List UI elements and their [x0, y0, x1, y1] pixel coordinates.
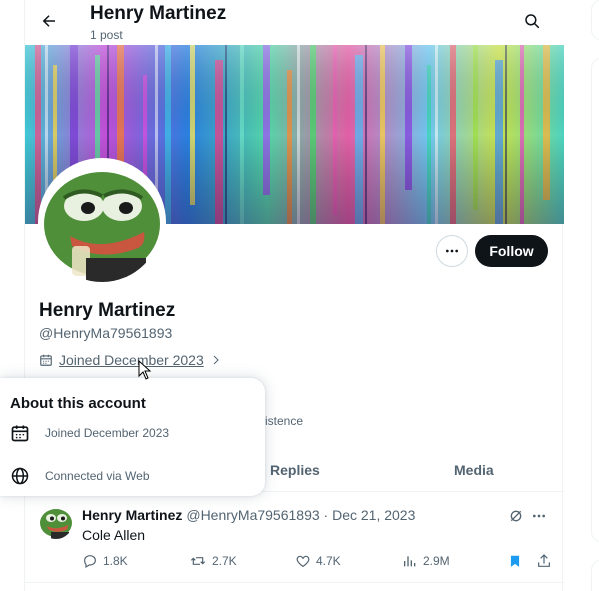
calendar-icon [11, 425, 29, 442]
popup-joined-row: Joined December 2023 [10, 423, 169, 443]
popup-joined-text: Joined December 2023 [45, 426, 170, 440]
follow-button[interactable]: Follow [475, 235, 548, 267]
bookmark-button[interactable] [508, 553, 522, 569]
more-icon [446, 249, 458, 253]
header-title: Henry Martinez [90, 3, 227, 24]
post-actions: 1.8K 2.7K 4.7K 2.9M [82, 553, 552, 573]
joined-date-text: Joined December 2023 [59, 352, 204, 368]
search-button[interactable] [519, 8, 545, 34]
back-button[interactable] [35, 7, 63, 35]
post-header: Henry Martinez @HenryMa79561893 · Dec 21… [82, 507, 415, 523]
views-icon [404, 556, 416, 567]
post-avatar-image [39, 505, 73, 539]
left-gutter [0, 0, 24, 591]
reply-button[interactable]: 1.8K [82, 553, 128, 569]
repost-button[interactable]: 2.7K [189, 553, 237, 569]
mouse-cursor-icon [138, 360, 152, 380]
tab-replies-label: Replies [270, 462, 320, 478]
post-more-button[interactable] [528, 505, 550, 527]
post-author[interactable]: Henry Martinez [82, 507, 182, 523]
right-rail-card [591, 58, 599, 542]
post[interactable]: Henry Martinez @HenryMa79561893 · Dec 21… [25, 493, 564, 583]
tab-media[interactable]: Media [454, 448, 494, 492]
repost-count: 2.7K [212, 554, 237, 568]
like-icon [296, 555, 310, 568]
post-avatar[interactable] [39, 505, 73, 539]
views-count: 2.9M [423, 554, 450, 568]
profile-header: Henry Martinez 1 post [25, 0, 564, 45]
back-arrow-icon [42, 15, 55, 27]
about-account-popup: About this account Joined December 2023 … [0, 378, 265, 496]
globe-icon [11, 467, 29, 485]
header-post-count: 1 post [90, 28, 123, 42]
share-icon [538, 554, 550, 567]
tab-media-label: Media [454, 462, 494, 478]
reply-icon [84, 555, 96, 569]
popup-title: About this account [10, 395, 146, 412]
post-meta[interactable]: @HenryMa79561893 · Dec 21, 2023 [186, 507, 415, 523]
avatar-image [42, 162, 162, 282]
joined-date-link[interactable]: Joined December 2023 [39, 352, 222, 368]
right-rail [563, 0, 599, 591]
like-button[interactable]: 4.7K [295, 553, 341, 569]
like-count: 4.7K [316, 554, 341, 568]
profile-column: Henry Martinez 1 post Follow Henry Marti… [24, 0, 564, 591]
views-button[interactable]: 2.9M [402, 553, 450, 569]
search-icon [525, 14, 540, 29]
popup-connected-row: Connected via Web [10, 466, 150, 486]
bookmark-icon [510, 555, 520, 567]
profile-bio-fragment: istence [265, 414, 304, 428]
reply-count: 1.8K [103, 554, 128, 568]
repost-icon [190, 557, 206, 565]
popup-connected-text: Connected via Web [45, 469, 150, 483]
profile-name: Henry Martinez [39, 300, 176, 321]
tab-replies[interactable]: Replies [270, 448, 320, 492]
profile-more-button[interactable] [436, 235, 468, 267]
right-rail-card [591, 0, 599, 40]
more-icon [533, 514, 545, 518]
share-button[interactable] [536, 553, 552, 569]
grok-icon [510, 510, 522, 522]
right-rail-card [591, 560, 599, 591]
post-text: Cole Allen [82, 527, 146, 543]
profile-handle: @HenryMa79561893 [39, 325, 173, 341]
profile-avatar[interactable] [38, 158, 166, 286]
chevron-right-icon [213, 355, 219, 365]
grok-button[interactable] [505, 505, 527, 527]
calendar-icon [40, 354, 52, 366]
